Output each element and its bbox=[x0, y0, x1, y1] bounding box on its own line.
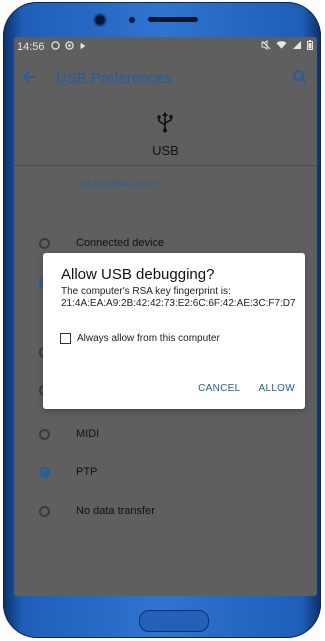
radio-button-selected[interactable] bbox=[39, 466, 50, 478]
usb-header: USB bbox=[14, 99, 317, 165]
notification-icon bbox=[50, 41, 60, 53]
phone-frame: 14:56 USB Preferences USB USB CONTROLLED… bbox=[3, 2, 321, 638]
back-arrow-icon[interactable] bbox=[22, 68, 50, 89]
play-icon bbox=[79, 42, 87, 53]
option-label: Connected device bbox=[76, 237, 165, 249]
status-icons-left bbox=[50, 41, 87, 53]
radio-button[interactable] bbox=[39, 428, 50, 440]
proximity-sensor bbox=[129, 17, 135, 23]
always-allow-row[interactable]: Always allow from this computer bbox=[60, 333, 220, 344]
earpiece-speaker bbox=[148, 17, 198, 22]
signal-icon bbox=[292, 40, 302, 53]
option-no-data-transfer[interactable]: No data transfer bbox=[14, 496, 317, 526]
always-allow-label: Always allow from this computer bbox=[77, 333, 220, 344]
cancel-button[interactable]: CANCEL bbox=[198, 383, 240, 394]
wifi-icon bbox=[276, 40, 287, 53]
option-label: PTP bbox=[76, 466, 98, 478]
screen: 14:56 USB Preferences USB USB CONTROLLED… bbox=[14, 37, 317, 596]
page-title: USB Preferences bbox=[56, 69, 172, 87]
search-icon[interactable] bbox=[292, 69, 308, 85]
radio-button[interactable] bbox=[39, 237, 50, 249]
divider bbox=[14, 165, 317, 166]
mute-icon bbox=[261, 40, 271, 53]
radio-button[interactable] bbox=[39, 505, 50, 517]
status-bar: 14:56 bbox=[14, 37, 317, 57]
front-camera bbox=[95, 15, 105, 25]
option-label: MIDI bbox=[76, 428, 100, 440]
always-allow-checkbox[interactable] bbox=[60, 333, 71, 344]
app-bar: USB Preferences bbox=[14, 57, 317, 99]
status-time: 14:56 bbox=[17, 41, 45, 53]
status-icons-right bbox=[261, 40, 313, 53]
home-button[interactable] bbox=[139, 610, 209, 632]
usb-icon bbox=[154, 111, 176, 133]
option-label: No data transfer bbox=[76, 505, 155, 517]
option-ptp[interactable]: PTP bbox=[14, 457, 317, 487]
dialog-actions: CANCEL ALLOW bbox=[198, 383, 295, 394]
phone-top-bezel bbox=[3, 2, 321, 42]
option-midi[interactable]: MIDI bbox=[14, 419, 317, 449]
chrome-icon bbox=[64, 41, 74, 53]
dialog-title: Allow USB debugging? bbox=[61, 266, 215, 283]
allow-button[interactable]: ALLOW bbox=[258, 383, 295, 394]
section-label: USB CONTROLLED BY bbox=[76, 181, 159, 188]
usb-debugging-dialog: Allow USB debugging? The computer's RSA … bbox=[43, 253, 305, 409]
usb-title: USB bbox=[152, 143, 179, 158]
battery-icon bbox=[307, 40, 313, 53]
dialog-message: The computer's RSA key fingerprint is: 2… bbox=[61, 286, 296, 309]
